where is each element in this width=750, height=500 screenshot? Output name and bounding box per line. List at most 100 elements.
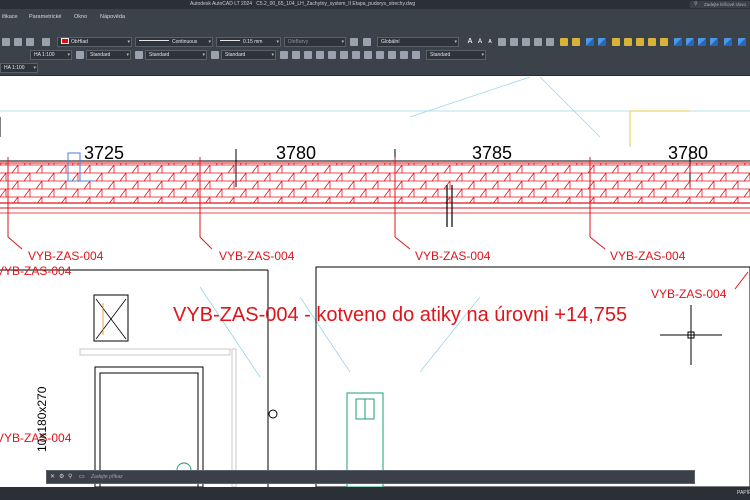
menu-item-help[interactable]: Nápověda (100, 9, 125, 26)
textstyle-combo-value: Standard (90, 52, 111, 58)
dimension-text: 3785 (472, 143, 513, 163)
table-style-icon[interactable] (211, 51, 219, 59)
radius-dim-icon[interactable] (328, 51, 336, 59)
properties-toolbar: ObHlad ▾ Continuous ▾ 0.15 mm ▾ DleBarvy… (0, 37, 750, 48)
text-height-small-icon[interactable]: A (486, 38, 494, 46)
dimscale-combo-value: HA 1:100 (34, 52, 55, 58)
settings-icon[interactable]: ⚙ (59, 471, 64, 483)
anchor-tag: VYB-ZAS-004 (651, 287, 727, 301)
layer-previous-icon[interactable] (724, 38, 732, 46)
linetype-sample (139, 40, 169, 41)
plotstyle-combo-value: DleBarvy (288, 39, 309, 45)
quick-dim-icon[interactable] (376, 51, 384, 59)
folder-icon[interactable] (560, 38, 568, 46)
lineweight-sample (220, 40, 240, 41)
tablestyle-combo-value: Standard (225, 52, 246, 58)
layer-off-icon[interactable] (636, 38, 644, 46)
layer-properties-icon[interactable] (26, 38, 34, 46)
drawing-geometry (0, 77, 750, 487)
autocad-window: Autodesk AutoCAD LT 2024 C5.2_00_65_104_… (0, 0, 750, 500)
dimstyle-combo[interactable]: Standard ▾ (145, 50, 207, 60)
guide-line (199, 286, 261, 378)
drawing-canvas[interactable]: 3725 3780 3785 3780 VYB-ZAS-004 VYB-ZAS-… (0, 77, 750, 487)
menu-item-parametric[interactable]: Parametrické (29, 9, 61, 26)
color-combo-value: ObHlad (71, 39, 88, 45)
aligned-dim-icon[interactable] (292, 51, 300, 59)
ucs-world-icon[interactable] (363, 38, 371, 46)
baseline-dim-icon[interactable] (388, 51, 396, 59)
layer-lock-icon[interactable] (624, 38, 632, 46)
match-layer-icon[interactable] (42, 38, 50, 46)
close-icon[interactable]: ✕ (50, 471, 55, 483)
search-icon[interactable]: ⚲ (68, 471, 72, 483)
annoscale-combo[interactable]: HA 1:100 ▾ (0, 63, 38, 73)
chevron-down-icon: ▾ (67, 52, 70, 58)
dim-style-icon[interactable] (135, 51, 143, 59)
diameter-dim-icon[interactable] (352, 51, 360, 59)
attic-hatch (0, 163, 750, 203)
layer-merge-icon[interactable] (698, 38, 706, 46)
lineweight-combo[interactable]: 0.15 mm ▾ (216, 37, 281, 47)
chevron-down-icon: ▾ (341, 39, 344, 45)
command-history-icon[interactable]: ▭ (79, 471, 85, 483)
search-box[interactable]: ⚲ Zadejte klíčové slovo (690, 1, 750, 8)
tablestyle-combo[interactable]: Standard ▾ (221, 50, 276, 60)
mleaderstyle-combo[interactable]: Standard ▾ (426, 50, 486, 60)
anchor-tag: VYB-ZAS-004 (0, 264, 72, 278)
color-combo[interactable]: ObHlad ▾ (57, 37, 132, 47)
anchor-tag: VYB-ZAS-004 (610, 249, 686, 263)
folder-open-icon[interactable] (572, 38, 580, 46)
command-line[interactable]: ✕ ⚙ ⚲ ▭ Zadejte příkaz (46, 470, 695, 484)
linetype-combo[interactable]: Continuous ▾ (135, 37, 213, 47)
chevron-down-icon: ▾ (33, 65, 36, 71)
menu-bar: ifikace Parametrické Okno Nápověda (0, 9, 750, 26)
mleader-icon[interactable] (412, 51, 420, 59)
text-height-large-icon[interactable]: A (466, 38, 474, 46)
command-prompt: Zadejte příkaz (91, 474, 123, 480)
ordinate-dim-icon[interactable] (316, 51, 324, 59)
jogged-dim-icon[interactable] (340, 51, 348, 59)
title-bar: Autodesk AutoCAD LT 2024 C5.2_00_65_104_… (0, 0, 750, 9)
scale-text-icon[interactable] (546, 38, 554, 46)
chevron-down-icon: ▾ (481, 52, 484, 58)
layer-icon[interactable] (2, 38, 10, 46)
layer-freeze-icon[interactable] (612, 38, 620, 46)
textstyle-combo[interactable]: Standard ▾ (86, 50, 131, 60)
window-cascade-icon[interactable] (586, 38, 594, 46)
window-tile-icon[interactable] (598, 38, 606, 46)
layer-delete-icon[interactable] (710, 38, 718, 46)
find-text-icon[interactable] (522, 38, 530, 46)
layer-isolate-icon[interactable] (648, 38, 656, 46)
continue-dim-icon[interactable] (400, 51, 408, 59)
layer-match-icon[interactable] (738, 38, 746, 46)
ucs-combo-value: Globální (381, 39, 400, 45)
anchor-tag: VYB-ZAS-004 (28, 249, 104, 263)
room-outlines (0, 266, 750, 487)
window-title: Autodesk AutoCAD LT 2024 C5.2_00_65_104_… (190, 1, 416, 7)
lineweight-combo-value: 0.15 mm (243, 39, 263, 45)
angular-dim-icon[interactable] (364, 51, 372, 59)
paper-space-toggle[interactable]: PAPÍR (737, 487, 750, 500)
text-height-medium-icon[interactable]: A (476, 38, 484, 46)
linear-dim-icon[interactable] (280, 51, 288, 59)
color-swatch (61, 38, 69, 44)
dimscale-combo[interactable]: HA 1:100 ▾ (30, 50, 72, 60)
plotstyle-combo[interactable]: DleBarvy ▾ (284, 37, 346, 47)
copy-to-layer-icon[interactable] (674, 38, 682, 46)
ucs-combo[interactable]: Globální ▾ (377, 37, 459, 47)
layer-walk-icon[interactable] (686, 38, 694, 46)
ucs-icon[interactable] (350, 38, 358, 46)
spell-check-icon[interactable] (534, 38, 542, 46)
menu-item-window[interactable]: Okno (74, 9, 87, 26)
text-style-icon[interactable] (76, 51, 84, 59)
layer-state-icon[interactable] (14, 38, 22, 46)
text-icon[interactable] (498, 38, 506, 46)
layer-unisolate-icon[interactable] (660, 38, 668, 46)
menu-item-modify[interactable]: ifikace (2, 9, 18, 26)
arc-dim-icon[interactable] (304, 51, 312, 59)
dimension-text: 3780 (276, 143, 317, 163)
status-bar: PAPÍR (0, 487, 750, 500)
chevron-down-icon: ▾ (127, 39, 130, 45)
crosshair-cursor (660, 305, 722, 365)
text-edit-icon[interactable] (510, 38, 518, 46)
